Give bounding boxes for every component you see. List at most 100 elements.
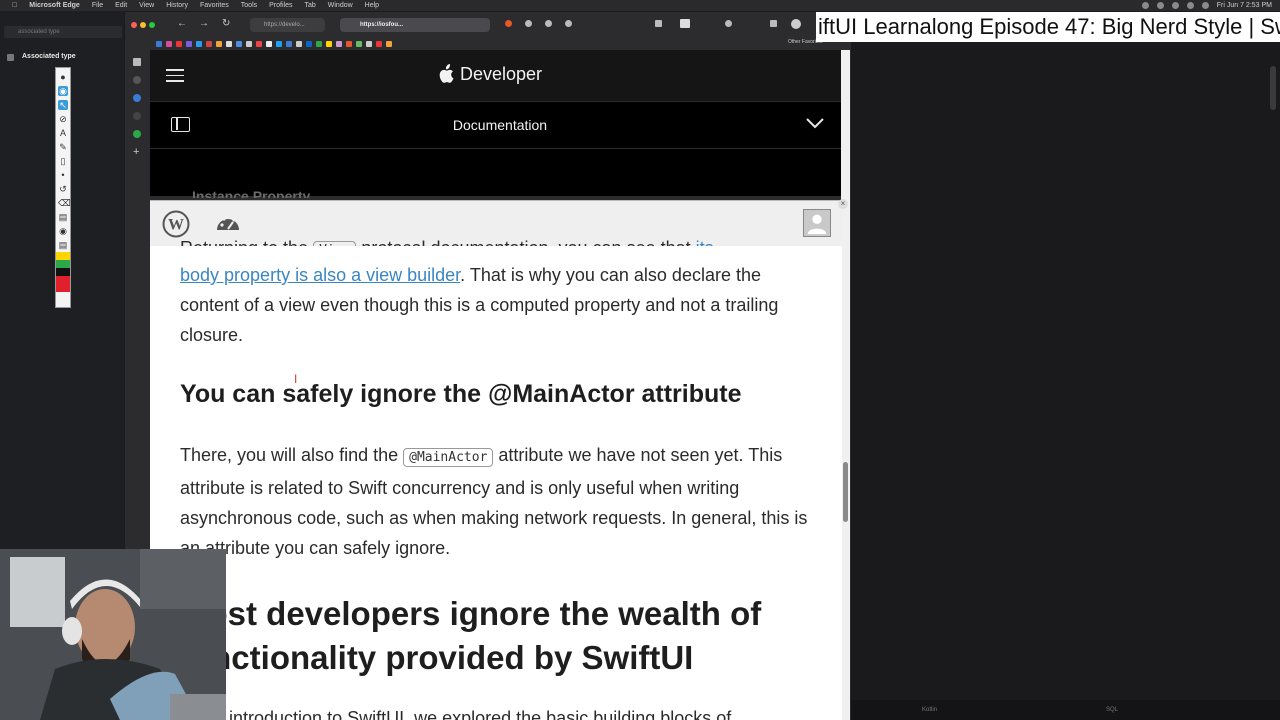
favorite-icon[interactable] [346, 40, 352, 47]
right-scrollbar[interactable] [1270, 66, 1276, 110]
back-icon[interactable]: ← [177, 18, 187, 29]
zoom-window-button[interactable] [149, 22, 155, 28]
menu-history[interactable]: History [166, 2, 188, 9]
favorite-icon[interactable] [336, 40, 342, 47]
extension-icon[interactable] [545, 20, 552, 27]
clipboard-icon[interactable]: ▤ [58, 240, 68, 250]
page-scrollbar-track[interactable] [841, 50, 850, 720]
favorite-icon[interactable] [266, 40, 272, 47]
favorite-icon[interactable] [306, 40, 312, 47]
wordpress-logo-icon[interactable]: W [162, 210, 190, 238]
wifi-icon[interactable] [1186, 2, 1194, 9]
trash-icon[interactable]: ⌫ [58, 198, 71, 208]
link-body-property[interactable]: body property is also a view builder [180, 265, 460, 285]
favorite-icon[interactable] [246, 40, 252, 47]
documentation-title[interactable]: Documentation [400, 117, 600, 133]
sidebar-app-icon[interactable] [133, 94, 141, 102]
favorite-icon[interactable] [216, 40, 222, 47]
status-kotlin[interactable]: Kotlin [922, 707, 937, 713]
dot-icon[interactable]: • [58, 170, 68, 180]
extension-icon[interactable] [565, 20, 572, 27]
menu-profiles[interactable]: Profiles [269, 2, 292, 9]
url-tab-inactive[interactable]: https://develo... [250, 18, 325, 32]
tab-actions-icon[interactable] [680, 19, 690, 28]
sidebar-app-icon[interactable] [133, 112, 141, 120]
pin-icon[interactable]: ● [58, 72, 68, 82]
favorite-icon[interactable] [156, 40, 162, 47]
favorite-icon[interactable] [296, 40, 302, 47]
favorite-icon[interactable] [236, 40, 242, 47]
close-window-button[interactable] [131, 22, 137, 28]
pointer-icon[interactable]: ↖ [58, 100, 68, 110]
favorite-icon[interactable] [326, 40, 332, 47]
favorite-icon[interactable] [366, 40, 372, 47]
hamburger-menu-icon[interactable] [166, 69, 184, 82]
eye-icon[interactable]: ◉ [58, 86, 68, 96]
favorite-icon[interactable] [356, 40, 362, 47]
chevron-down-icon[interactable] [805, 117, 825, 129]
camera-icon[interactable]: ◉ [58, 226, 68, 236]
status-icon[interactable] [1156, 2, 1164, 9]
dashboard-gauge-icon[interactable] [214, 210, 242, 238]
favorite-icon[interactable] [276, 40, 282, 47]
apple-menu-icon[interactable]:  [12, 2, 17, 9]
menu-view[interactable]: View [139, 2, 154, 9]
menu-file[interactable]: File [92, 2, 103, 9]
green-swatch[interactable] [56, 260, 70, 268]
user-avatar[interactable] [803, 209, 831, 237]
tab-icon[interactable] [133, 58, 141, 66]
favorite-icon[interactable] [376, 40, 382, 47]
undo-icon[interactable]: ↺ [58, 184, 68, 194]
text-icon[interactable]: A [58, 128, 68, 138]
split-view-icon[interactable] [655, 20, 662, 27]
favorite-icon[interactable] [286, 40, 292, 47]
download-icon[interactable] [770, 20, 777, 27]
add-icon[interactable]: + [133, 146, 139, 158]
extension-icon[interactable] [505, 20, 512, 27]
red-swatch[interactable] [56, 276, 70, 292]
minimize-window-button[interactable] [140, 22, 146, 28]
menu-edit[interactable]: Edit [115, 2, 127, 9]
menu-tab[interactable]: Tab [304, 2, 315, 9]
favorite-icon[interactable] [226, 40, 232, 47]
developer-brand[interactable]: Developer [460, 64, 542, 85]
favorite-icon[interactable] [166, 40, 172, 47]
sidebar-toggle-icon[interactable] [171, 117, 190, 132]
favorite-icon[interactable] [196, 40, 202, 47]
menu-window[interactable]: Window [328, 2, 353, 9]
extension-icon[interactable] [525, 20, 532, 27]
sidebar-app-icon[interactable] [133, 130, 141, 138]
yellow-swatch[interactable] [56, 252, 70, 260]
menu-app-name[interactable]: Microsoft Edge [29, 2, 80, 9]
menu-help[interactable]: Help [365, 2, 379, 9]
favorite-icon[interactable] [206, 40, 212, 47]
article-scrollbar-thumb[interactable] [843, 462, 848, 522]
search-icon[interactable] [1201, 2, 1209, 9]
status-icon[interactable] [1141, 2, 1149, 9]
menu-tools[interactable]: Tools [241, 2, 257, 9]
forward-icon[interactable]: → [199, 18, 209, 29]
profile-icon[interactable] [791, 19, 801, 29]
black-swatch[interactable] [56, 268, 70, 276]
eraser-icon[interactable]: ⊘ [58, 114, 68, 124]
history-icon[interactable] [725, 20, 732, 27]
highlighter-icon[interactable]: ▯ [58, 156, 68, 166]
menu-clock[interactable]: Fri Jun 7 2:53 PM [1217, 2, 1272, 9]
apple-logo-icon[interactable] [438, 64, 454, 84]
pen-icon[interactable]: ✎ [58, 142, 68, 152]
monitor-icon[interactable]: ▤ [58, 212, 68, 222]
favorite-icon[interactable] [256, 40, 262, 47]
sidebar-search-input[interactable]: associated type [4, 26, 122, 38]
sidebar-selected-item[interactable]: Associated type [4, 51, 122, 63]
favorite-icon[interactable] [176, 40, 182, 47]
status-sql[interactable]: SQL [1106, 707, 1118, 713]
status-icon[interactable] [1171, 2, 1179, 9]
menu-favorites[interactable]: Favorites [200, 2, 229, 9]
favorite-icon[interactable] [186, 40, 192, 47]
url-bar-active[interactable]: https://iosfou... [340, 18, 490, 32]
sidebar-app-icon[interactable] [133, 76, 141, 84]
favorite-icon[interactable] [386, 40, 392, 47]
favorite-icon[interactable] [316, 40, 322, 47]
close-icon[interactable]: × [838, 199, 848, 209]
reload-icon[interactable]: ↻ [222, 18, 230, 29]
